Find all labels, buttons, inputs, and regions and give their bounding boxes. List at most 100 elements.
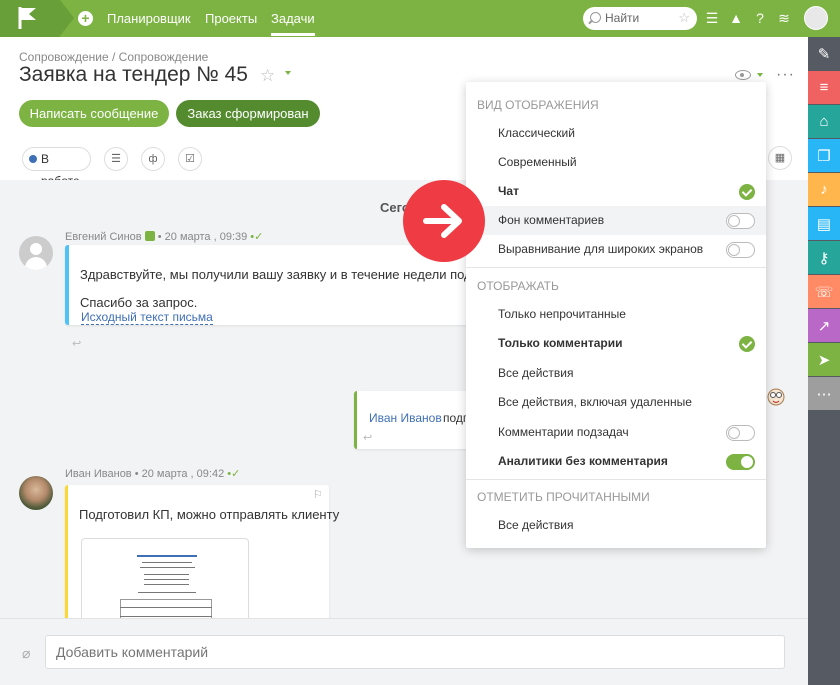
right-sidebar: ✎ ≡ ⌂ ❐ ♪ ▤ ⚷ ☏ ↗ ➤ ⋯ bbox=[808, 37, 840, 685]
avatar[interactable] bbox=[19, 236, 53, 270]
send-icon[interactable]: ➤ bbox=[808, 343, 840, 376]
toggle-switch[interactable] bbox=[726, 242, 755, 258]
edit-icon[interactable]: ✎ bbox=[808, 37, 840, 70]
view-eye-icon[interactable] bbox=[735, 70, 751, 80]
option-label: Классический bbox=[498, 126, 575, 140]
option-label: Все действия bbox=[498, 518, 574, 532]
message-text: Здравствуйте, мы получили вашу заявку и … bbox=[80, 267, 511, 282]
page-title: Заявка на тендер № 45 bbox=[19, 63, 248, 86]
chart-icon[interactable]: ↗ bbox=[808, 309, 840, 342]
logo-notch bbox=[60, 0, 74, 36]
option-all-actions-deleted[interactable]: Все действия, включая удаленные bbox=[466, 388, 766, 417]
message-text: Подготовил КП, можно отправлять клиенту bbox=[79, 507, 340, 522]
clipboard-icon[interactable]: ▤ bbox=[808, 207, 840, 240]
option-modern[interactable]: Современный bbox=[466, 148, 766, 177]
toggle-switch[interactable] bbox=[726, 213, 755, 229]
toggle-switch[interactable] bbox=[726, 425, 755, 441]
phone-icon[interactable]: ☏ bbox=[808, 275, 840, 308]
breadcrumb[interactable]: Сопровождение / Сопровождение bbox=[19, 50, 208, 64]
option-label: Только непрочитанные bbox=[498, 307, 626, 321]
message-time: 20 марта , 09:39 bbox=[164, 231, 248, 243]
layers-icon[interactable]: ≋ bbox=[776, 10, 792, 26]
nav-projects[interactable]: Проекты bbox=[205, 11, 257, 26]
message-meta: Евгений Синов • 20 марта , 09:39 •✓ bbox=[65, 231, 264, 243]
message-bubble: Подготовил КП, можно отправлять клиенту … bbox=[65, 485, 339, 618]
field-icon[interactable]: ф bbox=[141, 147, 165, 171]
option-subtask-comments[interactable]: Комментарии подзадач bbox=[466, 418, 766, 447]
option-label: Современный bbox=[498, 155, 577, 169]
option-mark-all-read[interactable]: Все действия bbox=[466, 511, 766, 540]
message-text: подг bbox=[443, 411, 468, 425]
hierarchy-icon[interactable]: ⌂ bbox=[808, 105, 840, 138]
view-dropdown-caret-icon[interactable] bbox=[757, 73, 763, 77]
menu-icon[interactable]: ☰ bbox=[704, 10, 720, 26]
reply-icon[interactable]: ↩ bbox=[72, 337, 81, 350]
attach-icon[interactable]: ⌀ bbox=[22, 645, 30, 662]
option-label: Аналитики без комментария bbox=[498, 454, 668, 468]
status-dot-icon bbox=[29, 155, 37, 163]
star-icon[interactable]: ☆ bbox=[678, 10, 690, 26]
order-formed-button[interactable]: Заказ сформирован bbox=[176, 100, 320, 127]
comment-input[interactable] bbox=[45, 635, 785, 669]
help-icon[interactable]: ? bbox=[752, 10, 768, 26]
user-avatar-top[interactable] bbox=[804, 6, 828, 30]
more-icon[interactable]: ⋯ bbox=[808, 377, 840, 410]
lock-icon bbox=[144, 231, 155, 241]
option-label: Только комментарии bbox=[498, 336, 623, 350]
message-text: Спасибо за запрос. bbox=[80, 295, 198, 310]
write-message-button[interactable]: Написать сообщение bbox=[19, 100, 169, 127]
check-icon bbox=[739, 336, 755, 352]
document-preview[interactable] bbox=[81, 538, 249, 618]
option-classic[interactable]: Классический bbox=[466, 119, 766, 148]
divider bbox=[466, 267, 766, 268]
check-icon bbox=[739, 184, 755, 200]
author-name[interactable]: Иван Иванов bbox=[65, 468, 132, 480]
option-comments-only[interactable]: Только комментарии bbox=[466, 329, 766, 358]
status-badge[interactable]: В работе bbox=[22, 147, 91, 188]
flag-logo-icon bbox=[18, 7, 36, 29]
option-label: Все действия, включая удаленные bbox=[498, 395, 692, 409]
title-dropdown-icon[interactable] bbox=[285, 71, 291, 75]
section-mark-read: ОТМЕТИТЬ ПРОЧИТАННЫМИ bbox=[477, 490, 650, 504]
message-bubble: Здравствуйте, мы получили вашу заявку и … bbox=[65, 245, 510, 325]
section-display: ОТОБРАЖАТЬ bbox=[477, 279, 559, 293]
option-unread-only[interactable]: Только непрочитанные bbox=[466, 300, 766, 329]
source-email-link[interactable]: Исходный текст письма bbox=[81, 310, 213, 325]
option-all-actions[interactable]: Все действия bbox=[466, 359, 766, 388]
option-label: Комментарии подзадач bbox=[498, 425, 629, 439]
author-link[interactable]: Иван Иванов bbox=[369, 411, 442, 425]
option-comment-background[interactable]: Фон комментариев bbox=[466, 206, 766, 235]
message-meta: Иван Иванов • 20 марта , 09:42 •✓ bbox=[65, 468, 241, 480]
toggle-switch[interactable] bbox=[726, 454, 755, 470]
option-wide-align[interactable]: Выравнивание для широких экранов bbox=[466, 235, 766, 264]
search-placeholder: Найти bbox=[605, 11, 640, 25]
message-bubble: Иван Иванов подг ↩ bbox=[354, 391, 474, 449]
message-time: 20 марта , 09:42 bbox=[141, 468, 225, 480]
copy-icon[interactable]: ❐ bbox=[808, 139, 840, 172]
arrow-right-icon bbox=[423, 204, 462, 238]
option-analytics-no-comment[interactable]: Аналитики без комментария bbox=[466, 447, 766, 476]
read-check-icon: •✓ bbox=[227, 468, 241, 480]
view-options-dropdown: ВИД ОТОБРАЖЕНИЯ Классический Современный… bbox=[466, 82, 766, 548]
read-check-icon: •✓ bbox=[250, 231, 264, 243]
avatar[interactable] bbox=[19, 476, 53, 510]
list-icon[interactable]: ≡ bbox=[808, 71, 840, 104]
logo[interactable] bbox=[0, 0, 60, 37]
more-options-icon[interactable]: ··· bbox=[776, 66, 795, 84]
flag-icon[interactable]: ⚐ bbox=[313, 488, 323, 501]
add-icon[interactable]: + bbox=[78, 11, 93, 26]
author-name[interactable]: Евгений Синов bbox=[65, 231, 142, 243]
mascot-icon bbox=[767, 388, 785, 406]
nav-planner[interactable]: Планировщик bbox=[107, 11, 191, 26]
reply-icon[interactable]: ↩ bbox=[363, 431, 372, 444]
checklist-icon[interactable]: ☑ bbox=[178, 147, 202, 171]
rocket-icon[interactable]: ▲ bbox=[728, 10, 744, 26]
bell-icon[interactable]: ♪ bbox=[808, 173, 840, 206]
calendar-icon[interactable]: ▦ bbox=[768, 146, 792, 170]
favorite-star-icon[interactable]: ☆ bbox=[260, 66, 275, 86]
description-icon[interactable]: ☰ bbox=[104, 147, 128, 171]
nav-tasks[interactable]: Задачи bbox=[271, 11, 315, 36]
search-input[interactable]: Найти ☆ bbox=[583, 7, 697, 30]
option-chat[interactable]: Чат bbox=[466, 177, 766, 206]
key-icon[interactable]: ⚷ bbox=[808, 241, 840, 274]
